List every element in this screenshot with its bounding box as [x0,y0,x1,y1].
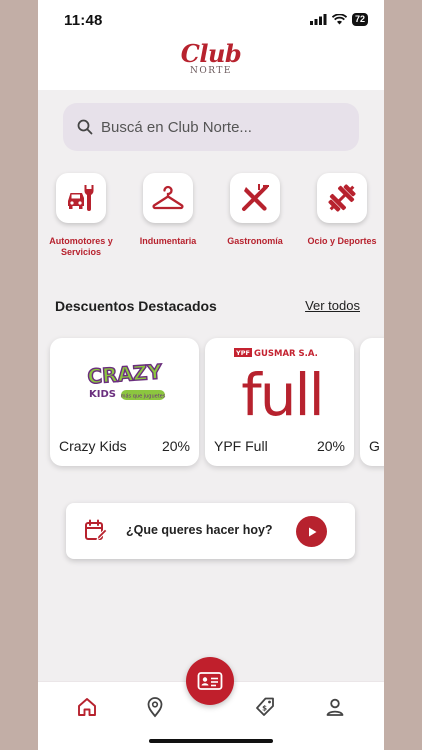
calendar-edit-icon [85,519,108,542]
deal-card-name: Crazy Kids [59,438,127,454]
full-logo-text: full [241,361,322,425]
ypf-badge-text: YPF [235,349,250,357]
category-tile[interactable] [56,173,106,223]
logo-tagline: más que juguetes [120,393,165,400]
crazy-kids-logo: CRAZY KIDS más que juguetes [50,338,199,428]
category-ocio-deportes[interactable]: Ocio y Deportes [299,173,384,247]
home-indicator [149,739,273,743]
status-time: 11:48 [64,12,103,29]
profile-icon [326,698,344,716]
fork-knife-icon [242,184,269,211]
hanger-icon [152,185,184,210]
category-tile[interactable] [230,173,280,223]
crazy-logo-text: CRAZY [86,361,163,389]
ypf-full-logo: YPF GUSMAR S.A. full [205,338,354,428]
header: 11:48 72 Club NORTE [38,0,384,90]
app-screen: 11:48 72 Club NORTE Buscá en Club Norte.… [38,0,384,750]
logo-norte: NORTE [190,66,232,76]
search-bar[interactable] [63,103,359,151]
category-tile[interactable] [143,173,193,223]
category-label: Gastronomía [227,236,283,246]
nav-discounts[interactable]: $ [252,694,278,720]
category-label: Indumentaria [139,236,197,246]
category-label: Ocio y Deportes [307,236,377,246]
section-title: Descuentos Destacados [55,298,217,314]
play-button[interactable] [296,516,327,547]
car-wrench-icon [68,185,94,211]
search-icon [77,119,93,135]
deal-card-name: YPF Full [214,438,268,454]
dumbbell-icon [328,184,356,212]
see-all-link[interactable]: Ver todos [305,298,360,313]
svg-text:$: $ [262,705,267,713]
signal-icon [309,14,327,25]
nav-map[interactable] [142,694,168,720]
wifi-icon [331,14,347,25]
what-to-do-text: ¿Que queres hacer hoy? [126,523,273,537]
deal-card-partial[interactable]: G [360,338,384,466]
kids-logo-text: KIDS [89,389,116,400]
id-card-icon [197,672,223,690]
club-norte-logo: Club NORTE [38,39,384,77]
category-gastronomia[interactable]: Gastronomía [212,173,298,247]
deal-card-discount: 20% [316,438,345,454]
member-card-button[interactable] [186,657,234,705]
category-automotores[interactable]: Automotores y Servicios [38,173,124,258]
status-icons: 72 [309,13,368,26]
play-icon [308,527,316,536]
deal-card-crazy-kids[interactable]: CRAZY KIDS más que juguetes Crazy Kids 2… [50,338,199,466]
gusmar-text: GUSMAR S.A. [254,349,318,359]
nav-home[interactable] [74,694,100,720]
category-label: Automotores y Servicios [49,236,113,257]
home-icon [78,698,96,716]
deal-card-name: G [369,438,380,454]
search-input[interactable] [101,118,341,136]
deal-card-ypf-full[interactable]: YPF GUSMAR S.A. full YPF Full 20% [205,338,354,466]
map-pin-icon [147,697,163,718]
deal-card-discount: 20% [161,438,190,454]
battery-indicator: 72 [351,13,368,26]
category-tile[interactable] [317,173,367,223]
category-indumentaria[interactable]: Indumentaria [125,173,211,247]
tag-icon: $ [256,697,274,716]
what-to-do-card[interactable]: ¿Que queres hacer hoy? [66,503,355,559]
logo-club: Club [180,39,242,68]
nav-profile[interactable] [322,694,348,720]
